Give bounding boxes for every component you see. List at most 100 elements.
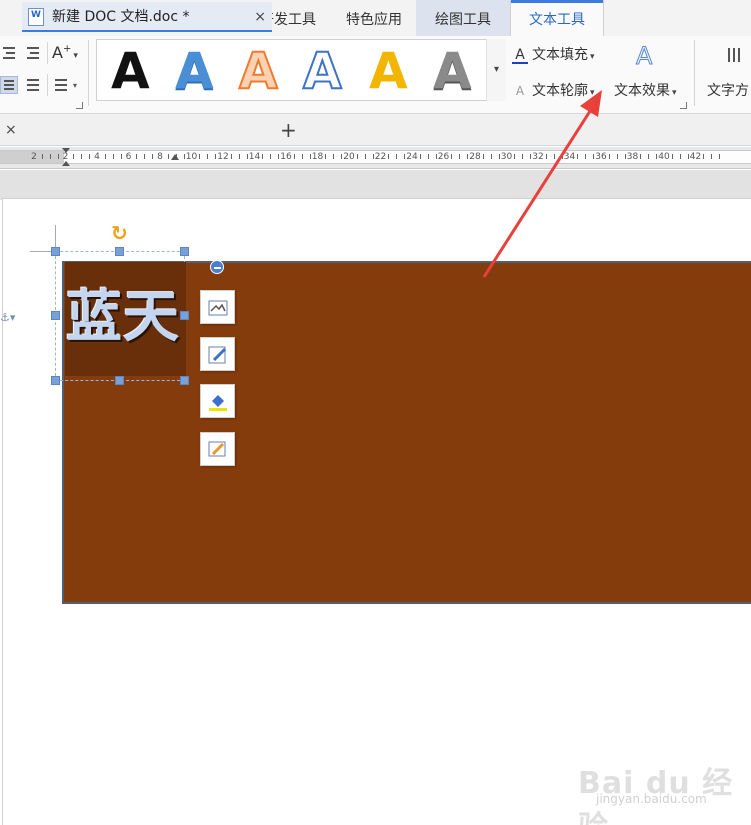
wordart-style-gold[interactable]: A	[369, 44, 408, 98]
ruler-number: 36	[595, 152, 607, 162]
document-tab[interactable]: 新建 DOC 文档.doc * ×	[22, 2, 272, 32]
shape-style-button[interactable]	[200, 337, 235, 371]
horizontal-ruler[interactable]: 2 2 4 6 8 10 12 14 16 18 20 22 24 26 28 30 32 34 36 38 40 42	[0, 147, 751, 169]
ruler-number: 14	[248, 152, 261, 162]
wordart-style-blue-outline[interactable]: A	[302, 43, 343, 99]
tab-special-apps[interactable]: 特色应用	[334, 0, 414, 36]
fill-color-icon	[209, 395, 227, 411]
ruler-tick	[333, 154, 335, 159]
ruler-tick	[270, 154, 272, 159]
close-tab-icon[interactable]: ×	[254, 2, 266, 32]
font-size-grow-button[interactable]: A+▾	[52, 43, 78, 62]
ruler-tick	[490, 154, 492, 159]
ruler-tick	[427, 154, 429, 159]
ruler-tick	[183, 154, 185, 159]
resize-handle-w[interactable]	[51, 311, 60, 320]
document-tab-strip	[0, 114, 751, 146]
ruler-tick	[364, 154, 366, 159]
distributed-align-icon[interactable]	[24, 76, 42, 94]
ruler-number: 34	[563, 152, 576, 162]
ruler-tick	[81, 154, 83, 159]
ruler-tick	[278, 154, 280, 159]
chevron-down-icon[interactable]: ▾	[73, 81, 77, 90]
anchor-icon[interactable]: ⚓▾	[0, 311, 15, 324]
close-icon[interactable]: ×	[5, 114, 17, 146]
outline-pen-button[interactable]	[200, 432, 235, 466]
text-effect-label: 文本效果	[614, 83, 670, 99]
resize-handle-nw[interactable]	[51, 247, 60, 256]
decrease-indent-icon[interactable]	[0, 44, 18, 62]
ruler-tick	[719, 154, 721, 159]
gallery-scroll-icon[interactable]: ▾	[486, 39, 506, 101]
document-tab-title: 新建 DOC 文档.doc *	[52, 9, 190, 25]
text-outline-button[interactable]: A 文本轮廓 ▾	[512, 80, 595, 100]
ruler-tick	[246, 154, 248, 159]
hanging-indent-marker[interactable]	[62, 161, 70, 166]
ruler-tick	[57, 154, 59, 159]
collapse-icon[interactable]	[210, 260, 224, 274]
text-direction-button[interactable]: 文字方	[707, 80, 749, 100]
group-launcher-icon[interactable]	[76, 102, 83, 109]
new-tab-button[interactable]: +	[280, 114, 297, 146]
ruler-number: 24	[406, 152, 418, 162]
resize-handle-sw[interactable]	[51, 376, 60, 385]
tab-text-tools[interactable]: 文本工具	[510, 0, 604, 36]
rotate-handle-icon[interactable]: ↻	[111, 223, 128, 243]
font-size-sup: +	[62, 43, 72, 55]
text-outline-label: 文本轮廓	[532, 83, 588, 99]
ruler-tick	[49, 154, 51, 159]
ruler-number: 10	[185, 152, 198, 162]
ruler-tick	[482, 154, 484, 159]
align-justify-icon[interactable]	[0, 76, 18, 94]
layout-options-icon	[208, 300, 228, 316]
ruler-tick	[498, 154, 500, 159]
wordart-text[interactable]: 蓝天	[66, 286, 180, 350]
first-line-indent-marker[interactable]	[62, 148, 70, 153]
ruler-number: 4	[94, 152, 100, 162]
ruler-tick	[73, 154, 75, 159]
text-direction-icon[interactable]	[724, 44, 748, 68]
resize-handle-se[interactable]	[180, 376, 189, 385]
group-launcher-icon[interactable]	[680, 102, 687, 109]
ruler-number: 28	[469, 152, 481, 162]
fill-color-button[interactable]	[200, 384, 235, 418]
text-effect-glyph: A	[635, 42, 653, 71]
text-fill-button[interactable]: A 文本填充 ▾	[512, 44, 595, 64]
ruler-tick	[671, 154, 673, 159]
resize-handle-ne[interactable]	[180, 247, 189, 256]
ruler-tick	[215, 154, 217, 159]
wordart-style-black[interactable]: A	[111, 44, 150, 98]
ruler-track: 2 2 4 6 8 10 12 14 16 18 20 22 24 26 28 30 32 34 36 38 40 42	[0, 150, 751, 164]
wordart-style-orange-outline[interactable]: A	[238, 43, 279, 99]
ruler-tick	[325, 154, 327, 159]
baidu-watermark-url: jingyan.baidu.com	[596, 792, 707, 806]
chevron-down-icon: ▾	[590, 52, 595, 62]
resize-handle-s[interactable]	[115, 376, 124, 385]
resize-handle-e[interactable]	[180, 311, 189, 320]
ruler-tick	[656, 154, 658, 159]
chevron-down-icon: ▾	[590, 88, 595, 98]
ruler-tick	[120, 154, 122, 159]
ruler-tick	[616, 154, 618, 159]
ruler-tick	[152, 154, 154, 159]
right-indent-marker[interactable]	[171, 154, 179, 160]
ruler-tick	[593, 154, 595, 159]
resize-handle-n[interactable]	[115, 247, 124, 256]
tab-drawing-tools[interactable]: 绘图工具	[416, 0, 510, 36]
layout-options-button[interactable]	[200, 290, 235, 324]
text-fill-icon: A	[512, 48, 528, 64]
ruler-tick	[451, 154, 453, 159]
line-spacing-icon[interactable]	[52, 76, 70, 94]
ruler-tick	[238, 154, 240, 159]
wordart-style-gray[interactable]: A	[433, 44, 472, 98]
increase-indent-icon[interactable]	[24, 44, 42, 62]
text-outline-icon: A	[515, 84, 525, 98]
ruler-tick	[341, 154, 343, 159]
wordart-style-blue[interactable]: A	[175, 44, 214, 98]
ruler-number: 26	[437, 152, 450, 162]
text-effect-button[interactable]: 文本效果 ▾	[614, 80, 677, 100]
ruler-tick	[207, 154, 209, 159]
ruler-tick	[711, 154, 713, 159]
ruler-tick	[585, 154, 587, 159]
ruler-number: 18	[311, 152, 324, 162]
